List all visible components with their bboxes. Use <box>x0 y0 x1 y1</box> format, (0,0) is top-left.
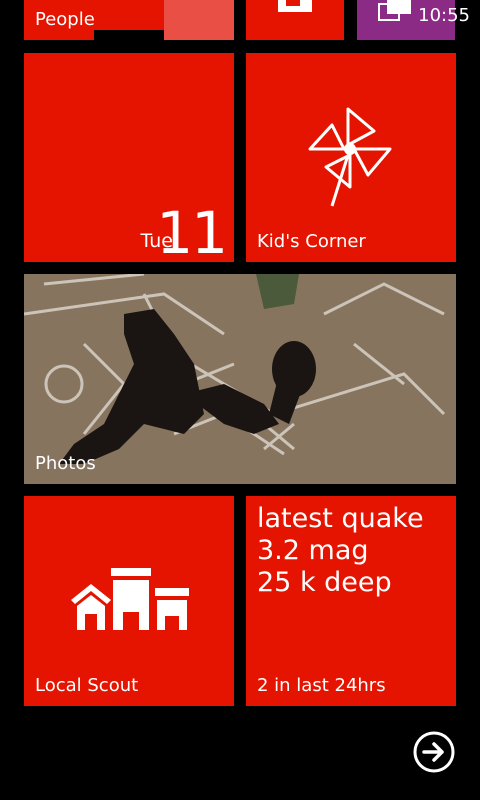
tile-kids-corner[interactable]: Kid's Corner <box>246 53 456 262</box>
tile-people[interactable]: People <box>24 0 234 40</box>
people-photo <box>164 0 234 40</box>
tile-local-scout-label: Local Scout <box>35 675 139 696</box>
office-icon <box>278 0 312 12</box>
tile-local-scout[interactable]: Local Scout <box>24 496 234 706</box>
tile-kids-corner-label: Kid's Corner <box>257 231 366 252</box>
quake-line-3: 25 k deep <box>257 567 392 598</box>
tile-photos[interactable]: Photos <box>24 274 456 484</box>
people-photo-gap <box>94 30 164 40</box>
tile-quake[interactable]: latest quake 3.2 mag 25 k deep 2 in last… <box>246 496 456 706</box>
arrow-right-circle-icon[interactable] <box>412 730 456 774</box>
quake-line-2: 3.2 mag <box>257 535 369 566</box>
tile-people-label: People <box>35 9 95 30</box>
tile-calendar[interactable]: Tue 11 <box>24 53 234 262</box>
buildings-icon <box>71 568 189 630</box>
status-time: 10:55 <box>418 5 470 26</box>
quake-line-1: latest quake <box>257 503 424 534</box>
calendar-date: 11 <box>156 199 228 262</box>
tile-office[interactable] <box>246 0 344 40</box>
pinwheel-icon <box>308 107 392 207</box>
tile-photos-label: Photos <box>35 453 96 474</box>
tile-quake-label: 2 in last 24hrs <box>257 675 386 696</box>
